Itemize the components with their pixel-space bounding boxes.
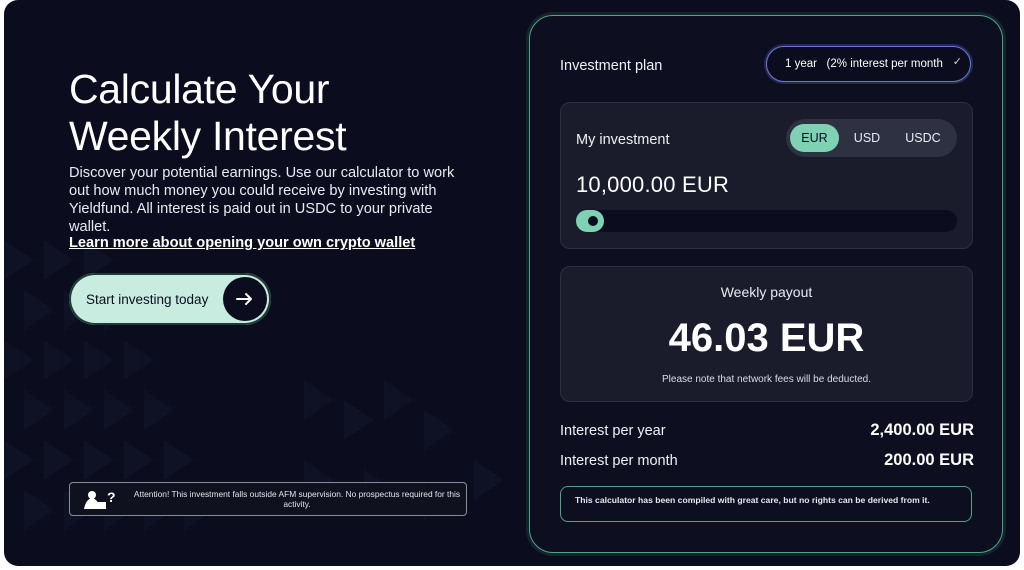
currency-toggle: EUR USD USDC bbox=[786, 119, 957, 157]
my-investment-label: My investment bbox=[576, 132, 670, 148]
disclaimer-text: This calculator has been compiled with g… bbox=[575, 495, 930, 505]
interest-per-month-label: Interest per month bbox=[560, 453, 678, 469]
weekly-payout-card: Weekly payout 46.03 EUR Please note that… bbox=[560, 266, 973, 402]
weekly-payout-title: Weekly payout bbox=[720, 284, 813, 300]
currency-usdc-option[interactable]: USDC bbox=[895, 124, 951, 152]
title-line-1: Calculate Your bbox=[69, 66, 330, 112]
investment-plan-select[interactable]: 1 year (2% interest per month ✓ bbox=[766, 46, 971, 82]
start-investing-label: Start investing today bbox=[86, 291, 209, 307]
chevron-down-icon: ✓ bbox=[952, 56, 962, 68]
network-fees-note: Please note that network fees will be de… bbox=[661, 374, 872, 385]
interest-per-month-value: 200.00 EUR bbox=[884, 451, 974, 469]
page-frame: Calculate Your Weekly Interest Discover … bbox=[4, 0, 1020, 566]
slider-thumb[interactable] bbox=[586, 214, 600, 228]
warning-text: Attention! This investment falls outside… bbox=[133, 489, 461, 509]
investment-plan-label: Investment plan bbox=[560, 58, 663, 74]
page-title: Calculate Your Weekly Interest bbox=[69, 66, 347, 160]
calculator-disclaimer: This calculator has been compiled with g… bbox=[560, 486, 972, 522]
interest-calculator: Investment plan 1 year (2% interest per … bbox=[529, 15, 1003, 553]
currency-usd-option[interactable]: USD bbox=[843, 124, 891, 152]
arrow-right-icon bbox=[223, 277, 267, 321]
learn-more-link[interactable]: Learn more about opening your own crypto… bbox=[69, 235, 415, 251]
svg-text:?: ? bbox=[107, 489, 116, 505]
investment-amount: 10,000.00 EUR bbox=[576, 172, 730, 197]
afm-warning-banner: ? Attention! This investment falls outsi… bbox=[69, 482, 467, 516]
interest-per-year-label: Interest per year bbox=[560, 423, 666, 439]
investment-slider[interactable] bbox=[576, 210, 957, 232]
currency-eur-option[interactable]: EUR bbox=[790, 124, 839, 152]
start-investing-button[interactable]: Start investing today bbox=[69, 273, 271, 325]
weekly-payout-value: 46.03 EUR bbox=[668, 316, 865, 360]
interest-per-year-value: 2,400.00 EUR bbox=[870, 421, 974, 439]
slider-fill bbox=[576, 210, 604, 232]
hero-description: Discover your potential earnings. Use ou… bbox=[69, 165, 455, 235]
warning-person-question-icon: ? bbox=[82, 489, 118, 516]
title-line-2: Weekly Interest bbox=[69, 113, 347, 159]
plan-select-value: 1 year (2% interest per month bbox=[785, 58, 943, 70]
investment-card: My investment EUR USD USDC 10,000.00 EUR bbox=[560, 102, 973, 249]
